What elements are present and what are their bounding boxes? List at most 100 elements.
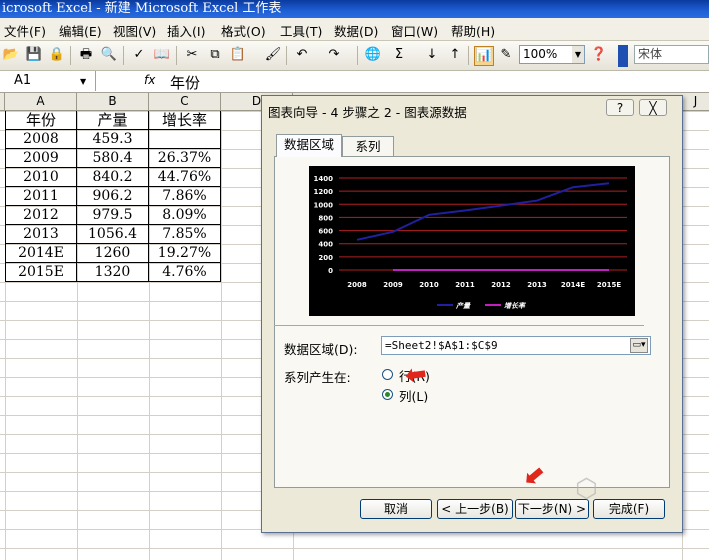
chart-preview: 0 200 400 600 800 1000 1200 1400 2008 2009 2010 201… bbox=[309, 166, 635, 316]
permission-icon[interactable]: 🔒 bbox=[48, 46, 66, 64]
radio-row[interactable] bbox=[382, 369, 393, 380]
cancel-button[interactable]: 取消 bbox=[360, 499, 432, 519]
grid-column-line bbox=[221, 111, 222, 560]
chart-wizard-icon[interactable]: 📊 bbox=[474, 46, 494, 66]
toolbar-separator bbox=[123, 46, 124, 65]
redo-icon[interactable]: ↷ bbox=[325, 46, 343, 64]
window-title: icrosoft Excel - 新建 Microsoft Excel 工作表 bbox=[2, 1, 282, 16]
range-picker-icon[interactable]: ▭▾ bbox=[630, 338, 648, 353]
tab-series[interactable]: 系列 bbox=[342, 136, 394, 157]
autosum-icon[interactable]: Σ bbox=[390, 46, 408, 64]
tab-data-range[interactable]: 数据区域 bbox=[276, 134, 342, 157]
y-tick-label: 0 bbox=[328, 267, 333, 275]
menu-tools[interactable]: 工具(T) bbox=[280, 21, 322, 40]
table-cell[interactable]: 19.27% bbox=[149, 244, 221, 263]
menu-view[interactable]: 视图(V) bbox=[113, 21, 156, 40]
table-header-cell[interactable]: 年份 bbox=[5, 111, 77, 130]
table-cell[interactable] bbox=[149, 130, 221, 149]
menu-file[interactable]: 文件(F) bbox=[4, 21, 46, 40]
radio-column[interactable] bbox=[382, 389, 393, 400]
table-cell[interactable]: 7.86% bbox=[149, 187, 221, 206]
help-icon[interactable]: ❓ bbox=[590, 46, 608, 64]
series-in-label: 系列产生在: bbox=[284, 370, 351, 385]
table-cell[interactable]: 7.85% bbox=[149, 225, 221, 244]
table-cell[interactable]: 44.76% bbox=[149, 168, 221, 187]
menu-window[interactable]: 窗口(W) bbox=[391, 21, 438, 40]
table-cell[interactable]: 8.09% bbox=[149, 206, 221, 225]
zoom-value: 100% bbox=[523, 47, 558, 61]
column-header-c[interactable]: C bbox=[149, 93, 221, 110]
zoom-dropdown-icon[interactable]: ▼ bbox=[572, 46, 584, 63]
cut-icon[interactable]: ✂ bbox=[183, 46, 201, 64]
table-cell[interactable]: 2014E bbox=[5, 244, 77, 263]
sort-ascending-icon[interactable]: ↓ bbox=[423, 46, 441, 64]
insert-function-icon[interactable]: fx bbox=[144, 73, 155, 87]
formula-bar: A1 ▼ fx 年份 bbox=[0, 71, 709, 93]
column-header-a[interactable]: A bbox=[5, 93, 77, 110]
x-tick-label: 2010 bbox=[419, 281, 439, 289]
open-folder-icon[interactable]: 📂 bbox=[2, 46, 20, 64]
name-box-value: A1 bbox=[14, 73, 32, 88]
toolbar-separator bbox=[70, 46, 71, 65]
print-preview-icon[interactable]: 🔍 bbox=[100, 46, 118, 64]
toolbar-separator bbox=[286, 46, 287, 65]
table-cell[interactable]: 2008 bbox=[5, 130, 77, 149]
menu-data[interactable]: 数据(D) bbox=[334, 21, 378, 40]
menu-format[interactable]: 格式(O) bbox=[221, 21, 266, 40]
table-cell[interactable]: 580.4 bbox=[77, 149, 149, 168]
table-cell[interactable]: 2012 bbox=[5, 206, 77, 225]
sort-descending-icon[interactable]: ↑ bbox=[446, 46, 464, 64]
legend-label: 产量 bbox=[455, 301, 471, 310]
font-select[interactable]: 宋体 bbox=[634, 45, 709, 64]
x-tick-label: 2009 bbox=[383, 281, 403, 289]
table-cell[interactable]: 1320 bbox=[77, 263, 149, 282]
table-cell[interactable]: 979.5 bbox=[77, 206, 149, 225]
drawing-icon[interactable]: ✎ bbox=[497, 46, 515, 64]
copy-icon[interactable]: ⧉ bbox=[206, 46, 224, 64]
standard-toolbar: 📂 💾 🔒 🖶 🔍 ✓ 📖 ✂ ⧉ 📋 🖌 ↶ ↷ 🌐 Σ ↓ ↑ 📊 ✎ 10… bbox=[0, 41, 709, 71]
table-cell[interactable]: 1056.4 bbox=[77, 225, 149, 244]
paste-icon[interactable]: 📋 bbox=[229, 46, 247, 64]
menu-edit[interactable]: 编辑(E) bbox=[59, 21, 102, 40]
table-cell[interactable]: 4.76% bbox=[149, 263, 221, 282]
table-cell[interactable]: 2015E bbox=[5, 263, 77, 282]
y-tick-label: 800 bbox=[318, 214, 333, 222]
x-tick-label: 2015E bbox=[597, 281, 621, 289]
column-header-b[interactable]: B bbox=[77, 93, 149, 110]
name-box-dropdown-icon[interactable]: ▼ bbox=[80, 77, 86, 86]
table-header-cell[interactable]: 增长率 bbox=[149, 111, 221, 130]
x-tick-label: 2013 bbox=[527, 281, 547, 289]
spelling-icon[interactable]: ✓ bbox=[130, 46, 148, 64]
format-painter-icon[interactable]: 🖌 bbox=[264, 46, 282, 64]
table-header-cell[interactable]: 产量 bbox=[77, 111, 149, 130]
dialog-help-button[interactable]: ? bbox=[606, 99, 634, 116]
print-icon[interactable]: 🖶 bbox=[77, 46, 95, 64]
table-cell[interactable]: 2009 bbox=[5, 149, 77, 168]
hyperlink-icon[interactable]: 🌐 bbox=[364, 46, 382, 64]
table-cell[interactable]: 2011 bbox=[5, 187, 77, 206]
research-icon[interactable]: 📖 bbox=[153, 46, 171, 64]
data-range-input[interactable]: =Sheet2!$A$1:$C$9 bbox=[381, 336, 651, 355]
menu-insert[interactable]: 插入(I) bbox=[167, 21, 205, 40]
table-cell[interactable]: 1260 bbox=[77, 244, 149, 263]
menu-help[interactable]: 帮助(H) bbox=[451, 21, 495, 40]
formula-content[interactable]: 年份 bbox=[170, 72, 200, 93]
save-icon[interactable]: 💾 bbox=[25, 46, 43, 64]
table-cell[interactable]: 906.2 bbox=[77, 187, 149, 206]
table-cell[interactable]: 2010 bbox=[5, 168, 77, 187]
finish-button[interactable]: 完成(F) bbox=[593, 499, 665, 519]
table-cell[interactable]: 840.2 bbox=[77, 168, 149, 187]
table-cell[interactable]: 2013 bbox=[5, 225, 77, 244]
undo-icon[interactable]: ↶ bbox=[293, 46, 311, 64]
back-button[interactable]: < 上一步(B) bbox=[437, 499, 513, 519]
data-range-value: =Sheet2!$A$1:$C$9 bbox=[385, 339, 498, 352]
dialog-close-button[interactable]: ╳ bbox=[639, 99, 667, 116]
toolbar-options-icon[interactable] bbox=[618, 45, 628, 67]
x-tick-label: 2011 bbox=[455, 281, 475, 289]
table-cell[interactable]: 459.3 bbox=[77, 130, 149, 149]
column-header-j[interactable]: J bbox=[682, 93, 709, 110]
data-range-label: 数据区域(D): bbox=[284, 342, 358, 357]
series-line-1 bbox=[356, 182, 610, 241]
y-tick-label: 400 bbox=[318, 241, 333, 249]
table-cell[interactable]: 26.37% bbox=[149, 149, 221, 168]
